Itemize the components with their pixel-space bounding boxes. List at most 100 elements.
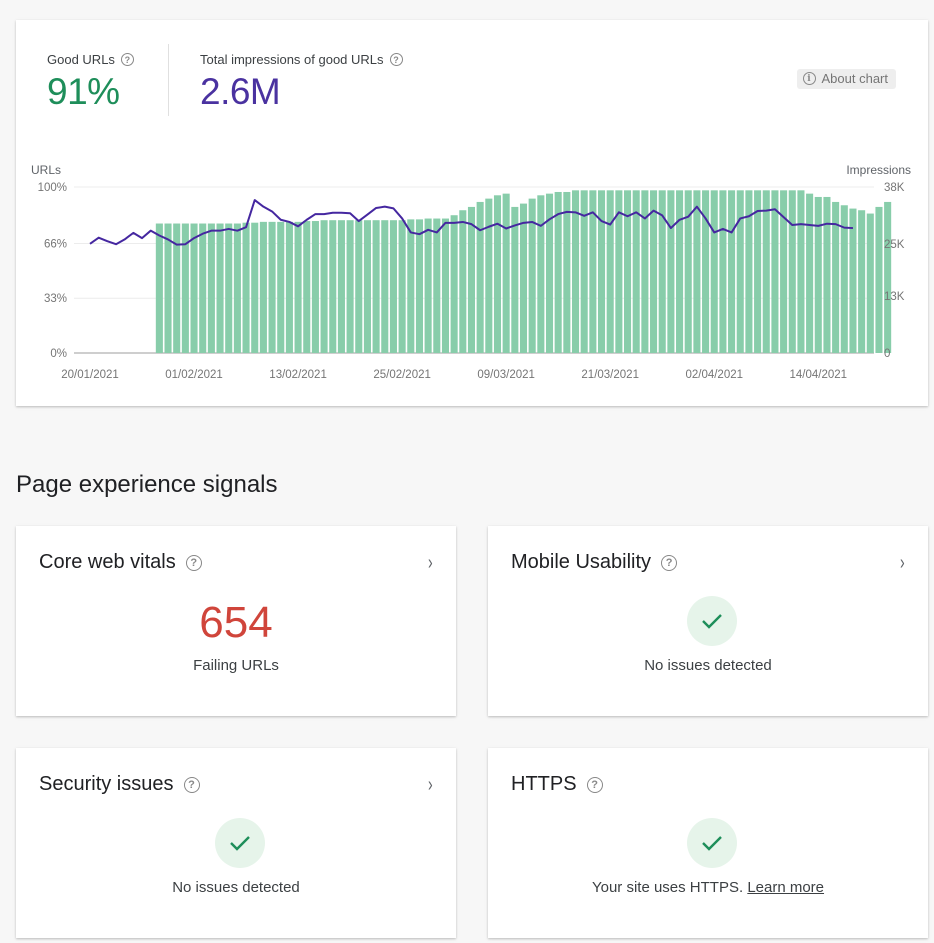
bar — [450, 215, 458, 353]
bar — [667, 190, 675, 353]
bar — [259, 221, 267, 353]
bar — [355, 220, 363, 353]
x-tick-label: 09/03/2021 — [477, 369, 535, 381]
bar — [511, 206, 519, 353]
bar — [606, 190, 614, 353]
x-tick-label: 21/03/2021 — [581, 369, 639, 381]
bar — [207, 223, 215, 353]
failing-urls-count: 654 — [199, 598, 273, 647]
check-icon — [687, 596, 737, 646]
bar — [346, 220, 354, 353]
x-tick-label: 02/04/2021 — [685, 369, 743, 381]
chevron-right-icon[interactable]: › — [428, 774, 433, 797]
right-y-tick-label: 0 — [884, 348, 890, 360]
bar — [294, 221, 302, 353]
bar — [728, 190, 736, 353]
bar — [424, 218, 432, 353]
bar — [650, 190, 658, 353]
bar — [875, 206, 883, 353]
chevron-right-icon[interactable]: › — [900, 552, 905, 575]
bar — [285, 221, 293, 353]
card-header: Security issues ? — [39, 773, 200, 796]
bar — [476, 201, 484, 353]
https-card: HTTPS ? Your site uses HTTPS. Learn more — [488, 748, 928, 938]
bar — [433, 218, 441, 353]
bar — [519, 203, 528, 353]
right-y-tick-label: 25K — [884, 239, 905, 251]
x-tick-label: 13/02/2021 — [269, 369, 327, 381]
bar — [320, 220, 328, 353]
bar — [719, 190, 727, 353]
x-tick-label: 14/04/2021 — [789, 369, 847, 381]
bar — [155, 223, 163, 353]
bar — [190, 223, 198, 353]
bar — [242, 222, 250, 353]
learn-more-link[interactable]: Learn more — [747, 879, 824, 896]
bar — [597, 190, 606, 353]
check-icon — [215, 818, 265, 868]
bar — [754, 190, 762, 353]
bar — [303, 221, 311, 353]
card-title: HTTPS — [511, 773, 577, 795]
x-tick-label: 20/01/2021 — [61, 369, 119, 381]
combo-chart: 0% 33% 66% 100% 0 13K 25K 38K 20/01/2021 01/02/20… — [31, 163, 911, 381]
status-caption: No issues detected — [172, 879, 300, 896]
x-tick-label: 25/02/2021 — [373, 369, 431, 381]
mobile-usability-card[interactable]: Mobile Usability ? › No issues detected — [488, 526, 928, 716]
bar — [849, 208, 857, 353]
bar — [381, 220, 389, 353]
bar — [823, 196, 831, 353]
bar — [493, 195, 502, 353]
bar — [467, 206, 476, 353]
failing-urls-caption: Failing URLs — [193, 657, 279, 674]
bar — [311, 221, 319, 353]
core-web-vitals-card[interactable]: Core web vitals ? › 654 Failing URLs — [16, 526, 456, 716]
card-header: Mobile Usability ? — [511, 551, 678, 574]
help-icon[interactable]: ? — [185, 554, 202, 571]
security-issues-card[interactable]: Security issues ? › No issues detected — [16, 748, 456, 938]
card-title: Core web vitals — [39, 551, 176, 573]
bar — [164, 223, 172, 353]
right-axis-title: Impressions — [846, 163, 911, 177]
section-title: Page experience signals — [16, 471, 278, 498]
https-caption: Your site uses HTTPS. — [591, 879, 744, 896]
bar — [806, 193, 814, 353]
help-icon[interactable]: ? — [586, 776, 603, 793]
bar — [389, 220, 397, 353]
bar — [363, 220, 371, 353]
bar — [337, 220, 345, 353]
bar — [441, 218, 450, 353]
status-caption: Your site uses HTTPS. Learn more — [488, 879, 928, 896]
bar — [693, 190, 701, 353]
bar — [372, 220, 380, 353]
status-caption: No issues detected — [644, 657, 772, 674]
bar — [641, 190, 649, 353]
bar — [710, 190, 718, 353]
bar — [788, 190, 796, 353]
help-icon[interactable]: ? — [183, 776, 200, 793]
bar — [329, 220, 337, 353]
card-header: Core web vitals ? — [39, 551, 202, 574]
check-icon — [687, 818, 737, 868]
card-title: Mobile Usability — [511, 551, 652, 573]
bar — [571, 190, 580, 353]
bar — [459, 210, 467, 353]
left-y-tick-label: 0% — [50, 348, 67, 360]
bar — [866, 213, 874, 353]
right-y-tick-label: 38K — [884, 182, 905, 194]
bar — [277, 221, 285, 353]
left-y-tick-label: 33% — [44, 293, 67, 305]
bar — [502, 193, 510, 353]
bar — [485, 198, 493, 353]
performance-chart-card: Good URLs ? 91% Total impressions of goo… — [16, 20, 928, 406]
chevron-right-icon[interactable]: › — [428, 552, 433, 575]
bar — [225, 223, 233, 353]
card-title: Security issues — [39, 773, 174, 795]
left-y-tick-label: 100% — [38, 182, 67, 194]
bar — [233, 223, 241, 353]
bar — [736, 190, 744, 353]
left-y-tick-label: 66% — [44, 238, 67, 250]
bar — [563, 191, 571, 353]
help-icon[interactable]: ? — [661, 554, 678, 571]
bar — [415, 219, 423, 353]
